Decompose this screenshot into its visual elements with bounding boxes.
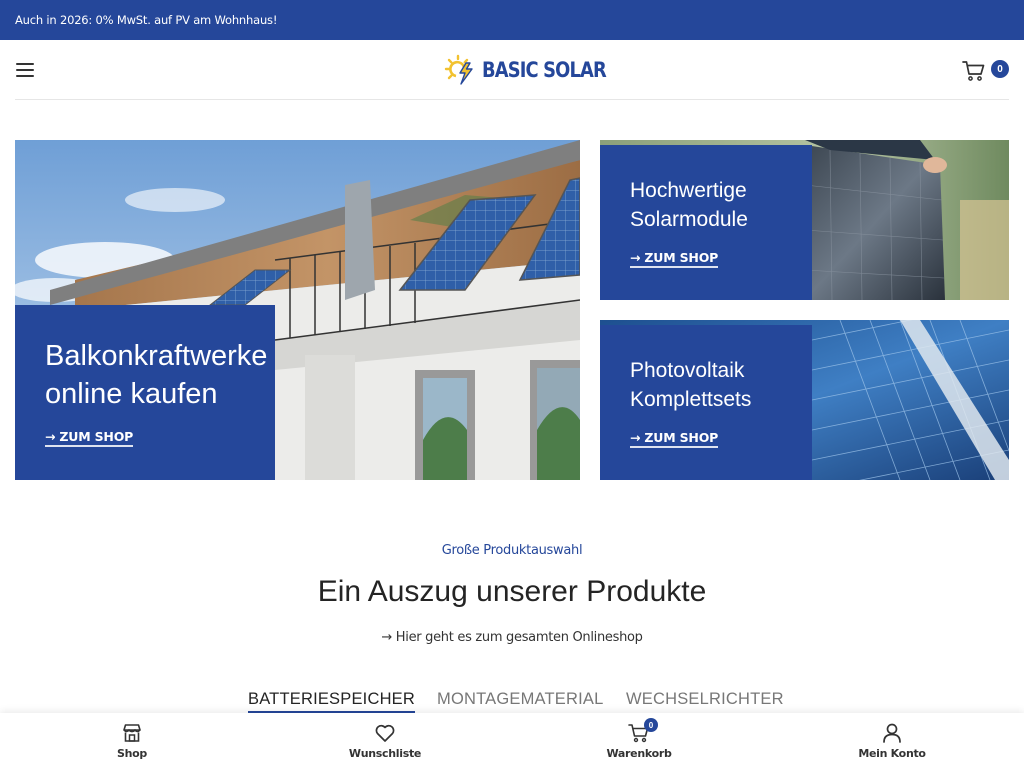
nav-wunschliste[interactable]: Wunschliste	[257, 713, 513, 768]
nav-shop-label: Shop	[117, 747, 147, 760]
tab-montagematerial[interactable]: MONTAGEMATERIAL	[437, 690, 604, 709]
zum-shop-link[interactable]: → ZUM SHOP	[45, 429, 133, 447]
banner-panel: Balkonkraftwerke online kaufen → ZUM SHOP	[15, 305, 275, 480]
nav-mein-konto-label: Mein Konto	[858, 747, 926, 760]
cart-count-badge: 0	[991, 60, 1009, 78]
header-divider	[15, 99, 1009, 100]
nav-mein-konto[interactable]: Mein Konto	[764, 713, 1020, 768]
banner-panel: Hochwertige Solarmodule → ZUM SHOP	[600, 145, 812, 300]
nav-warenkorb[interactable]: 0 Warenkorb	[511, 713, 767, 768]
nav-shop[interactable]: Shop	[4, 713, 260, 768]
heart-icon	[375, 724, 395, 742]
site-header: BASIC SOLAR 0	[0, 40, 1024, 100]
shopping-cart-icon	[962, 61, 985, 81]
site-logo[interactable]: BASIC SOLAR	[444, 53, 628, 87]
hamburger-menu-icon[interactable]	[16, 62, 34, 78]
banner-komplettsets[interactable]: Photovoltaik Komplettsets → ZUM SHOP	[600, 320, 1009, 480]
banner-title: Balkonkraftwerke online kaufen	[45, 340, 268, 410]
nav-warenkorb-label: Warenkorb	[606, 747, 672, 760]
banner-title: Photovoltaik Komplettsets	[630, 359, 752, 411]
banner-panel: Photovoltaik Komplettsets → ZUM SHOP	[600, 325, 812, 480]
zum-shop-link[interactable]: → ZUM SHOP	[630, 250, 718, 268]
nav-cart-badge: 0	[644, 718, 658, 732]
logo-text: BASIC SOLAR	[482, 58, 607, 82]
store-icon	[123, 724, 141, 742]
user-icon	[883, 723, 901, 743]
bottom-navigation: Shop Wunschliste 0 Warenkorb Mein Konto	[0, 713, 1024, 768]
header-cart-button[interactable]: 0	[962, 59, 1010, 83]
section-title: Ein Auszug unserer Produkte	[317, 575, 707, 608]
tab-batteriespeicher[interactable]: BATTERIESPEICHER	[248, 690, 416, 713]
announcement-text: Auch in 2026: 0% MwSt. auf PV am Wohnhau…	[15, 13, 278, 27]
banner-title: Hochwertige Solarmodule	[630, 179, 748, 231]
banner-balkonkraftwerke[interactable]: Balkonkraftwerke online kaufen → ZUM SHOP	[15, 140, 580, 480]
banner-solarmodule[interactable]: Hochwertige Solarmodule → ZUM SHOP	[600, 140, 1009, 300]
sun-bolt-icon	[444, 54, 473, 85]
zum-shop-link[interactable]: → ZUM SHOP	[630, 430, 718, 448]
product-tabs: BATTERIESPEICHER MONTAGEMATERIAL WECHSEL…	[0, 690, 1024, 714]
tab-wechselrichter[interactable]: WECHSELRICHTER	[626, 690, 784, 709]
announcement-bar: Auch in 2026: 0% MwSt. auf PV am Wohnhau…	[0, 0, 1024, 40]
full-shop-link[interactable]: → Hier geht es zum gesamten Onlineshop	[0, 630, 1024, 645]
nav-wunschliste-label: Wunschliste	[348, 747, 422, 760]
section-subtitle: Große Produktauswahl	[441, 543, 583, 558]
